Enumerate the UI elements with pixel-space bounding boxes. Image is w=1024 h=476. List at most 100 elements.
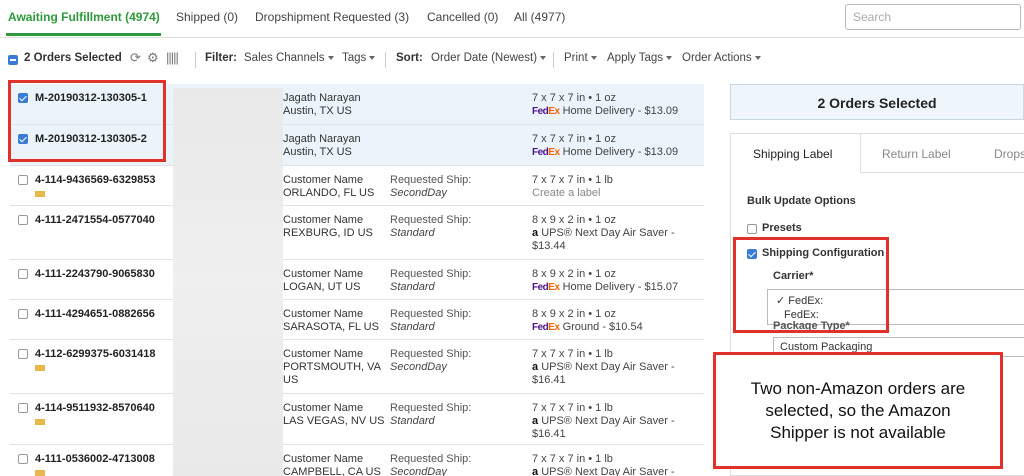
- order-number[interactable]: 4-112-6299375-6031418: [35, 348, 156, 360]
- customer-location: REXBURG, ID US: [283, 227, 373, 239]
- callout-note: Two non-Amazon orders are selected, so t…: [713, 352, 1003, 469]
- shipping-info: 7 x 7 x 7 in • 1 lb a UPS® Next Day Air S…: [532, 453, 675, 476]
- requested-ship-value: SecondDay: [390, 361, 447, 373]
- chevron-down-icon: [369, 55, 376, 60]
- package-weight: 1 lb: [595, 174, 613, 186]
- order-checkbox[interactable]: [18, 269, 28, 279]
- order-checkbox[interactable]: [18, 309, 28, 319]
- order-number[interactable]: 4-111-0536002-4713008: [35, 453, 155, 465]
- package-weight: 1 oz: [595, 92, 616, 104]
- gear-icon[interactable]: ⚙: [147, 50, 159, 66]
- barcode-icon[interactable]: |||||: [166, 50, 179, 65]
- shipping-price: $16.41: [532, 428, 566, 440]
- requested-ship-value: Standard: [390, 415, 435, 427]
- order-checkbox[interactable]: [18, 349, 28, 359]
- fedex-logo-icon: FedEx: [532, 106, 560, 117]
- chevron-down-icon: [327, 55, 334, 60]
- order-row[interactable]: 4-111-2471554-0577040 Customer Name REXBUR…: [10, 206, 704, 260]
- order-checkbox[interactable]: [18, 454, 28, 464]
- requested-ship: Requested Ship: Standard: [390, 402, 471, 428]
- requested-ship: Requested Ship: SecondDay: [390, 348, 471, 374]
- chevron-down-icon: [540, 55, 547, 60]
- order-number[interactable]: 4-114-9511932-8570640: [35, 402, 155, 414]
- sort-dropdown[interactable]: Order Date (Newest): [431, 52, 547, 64]
- order-row[interactable]: 4-114-9436569-6329853 Customer Name ORLAND…: [10, 166, 704, 206]
- tab-dropship[interactable]: Drops: [994, 147, 1024, 161]
- customer-name: Customer Name: [283, 308, 364, 320]
- requested-ship: Requested Ship: Standard: [390, 308, 471, 334]
- shipping-info: 7 x 7 x 7 in • 1 lb Create a label: [532, 174, 613, 199]
- shipping-info: 8 x 9 x 2 in • 1 oz a UPS® Next Day Air S…: [532, 214, 675, 252]
- order-checkbox[interactable]: [18, 215, 28, 225]
- order-number[interactable]: 4-114-9436569-6329853: [35, 174, 156, 186]
- fedex-logo-icon: FedEx: [532, 147, 560, 158]
- shipping-service: Ground - $10.54: [562, 321, 643, 333]
- create-label-link[interactable]: Create a label: [532, 187, 601, 199]
- active-tab-indicator: [6, 33, 161, 36]
- customer-info: Customer Name ORLANDO, FL US: [283, 174, 374, 200]
- shipping-info: 7 x 7 x 7 in • 1 lb a UPS® Next Day Air S…: [532, 348, 675, 386]
- apply-tags-dropdown[interactable]: Apply Tags: [607, 52, 673, 64]
- toolbar: 2 Orders Selected ⟳ ⚙ ||||| Filter: Sale…: [0, 44, 1024, 74]
- order-row[interactable]: 4-112-6299375-6031418 Customer Name PORTSM…: [10, 340, 704, 394]
- shipping-price: $13.44: [532, 240, 566, 252]
- selection-panel-header: 2 Orders Selected: [730, 84, 1024, 120]
- tab-all[interactable]: All (4977): [514, 10, 565, 24]
- requested-ship-label: Requested Ship:: [390, 174, 472, 186]
- order-row[interactable]: 4-114-9511932-8570640 Customer Name LAS VE…: [10, 394, 704, 445]
- shipping-price: $16.41: [532, 374, 566, 386]
- order-actions-dropdown[interactable]: Order Actions: [682, 52, 761, 64]
- requested-ship-label: Requested Ship:: [390, 402, 472, 414]
- customer-name: Customer Name: [283, 348, 364, 360]
- tab-shipped[interactable]: Shipped (0): [176, 10, 238, 24]
- print-dropdown[interactable]: Print: [564, 52, 597, 64]
- requested-ship-label: Requested Ship:: [390, 268, 472, 280]
- customer-info: Customer Name SARASOTA, FL US: [283, 308, 379, 334]
- fedex-logo-icon: FedEx: [532, 322, 560, 333]
- presets-checkbox[interactable]: [747, 224, 757, 234]
- package-dims: 8 x 9 x 2 in: [532, 214, 586, 226]
- order-number[interactable]: 4-111-2471554-0577040: [35, 214, 155, 226]
- customer-info: Customer Name REXBURG, ID US: [283, 214, 373, 240]
- customer-name: Jagath Narayan: [283, 92, 361, 104]
- requested-ship: Requested Ship: SecondDay: [390, 453, 471, 476]
- customer-info: Jagath Narayan Austin, TX US: [283, 133, 361, 159]
- selected-count: 2 Orders Selected: [24, 52, 122, 64]
- sales-channels-dropdown[interactable]: Sales Channels: [244, 52, 334, 64]
- tab-shipping-label[interactable]: Shipping Label: [753, 147, 832, 161]
- shipping-service: UPS® Next Day Air Saver -: [541, 227, 675, 239]
- order-row[interactable]: 4-111-0536002-4713008 Customer Name CAMPBE…: [10, 445, 704, 476]
- divider: [553, 52, 554, 68]
- customer-location: SARASOTA, FL US: [283, 321, 379, 333]
- search-input[interactable]: [845, 4, 1021, 30]
- order-number[interactable]: 4-111-4294651-0882656: [35, 308, 155, 320]
- tab-cancelled[interactable]: Cancelled (0): [427, 10, 498, 24]
- tag-icon: [35, 470, 45, 476]
- customer-info: Customer Name CAMPBELL, CA US: [283, 453, 381, 476]
- select-all-checkbox[interactable]: [8, 55, 18, 65]
- order-row[interactable]: 4-111-2243790-9065830 Customer Name LOGAN,…: [10, 260, 704, 300]
- tab-return-label[interactable]: Return Label: [882, 147, 951, 161]
- amazon-logo-icon: a: [532, 466, 539, 476]
- tab-awaiting-fulfillment[interactable]: Awaiting Fulfillment (4974): [8, 10, 160, 24]
- refresh-icon[interactable]: ⟳: [130, 50, 141, 66]
- tab-dropshipment-requested[interactable]: Dropshipment Requested (3): [255, 10, 409, 24]
- amazon-logo-icon: a: [532, 227, 539, 239]
- customer-name: Customer Name: [283, 268, 364, 280]
- tags-dropdown[interactable]: Tags: [342, 52, 376, 64]
- requested-ship: Requested Ship: Standard: [390, 268, 471, 294]
- package-weight: 1 lb: [595, 453, 613, 465]
- package-dims: 8 x 9 x 2 in: [532, 268, 586, 280]
- divider: [385, 52, 386, 68]
- customer-location: CAMPBELL, CA US: [283, 466, 381, 476]
- package-dims: 7 x 7 x 7 in: [532, 92, 586, 104]
- order-number[interactable]: 4-111-2243790-9065830: [35, 268, 155, 280]
- order-row[interactable]: 4-111-4294651-0882656 Customer Name SARASO…: [10, 300, 704, 340]
- order-checkbox[interactable]: [18, 175, 28, 185]
- customer-info: Customer Name LOGAN, UT US: [283, 268, 363, 294]
- requested-ship-value: Standard: [390, 281, 435, 293]
- tag-icon: [35, 365, 45, 371]
- shipping-service: Home Delivery - $15.07: [562, 281, 679, 293]
- order-checkbox[interactable]: [18, 403, 28, 413]
- shipping-service: Home Delivery - $13.09: [562, 146, 679, 158]
